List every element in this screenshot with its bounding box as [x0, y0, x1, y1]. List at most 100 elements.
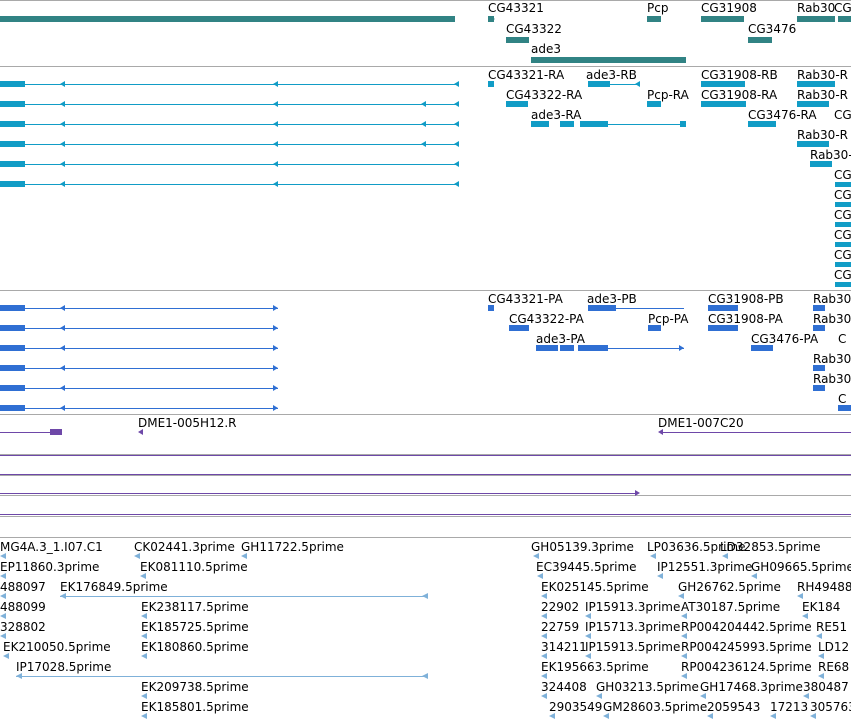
est-label[interactable]: EP11860.3prime	[0, 560, 99, 574]
transcript-label[interactable]: CG	[834, 248, 851, 262]
transcript-exon[interactable]	[0, 101, 25, 107]
protein-label[interactable]: C	[838, 392, 846, 406]
transcript-label[interactable]: Rab30-	[810, 148, 851, 162]
protein-exon[interactable]	[813, 305, 825, 311]
transcript-label[interactable]: CG	[834, 228, 851, 242]
est-label[interactable]: GM28603.5prime	[603, 700, 707, 714]
gene-label[interactable]: ade3	[531, 42, 561, 56]
transcript-exon[interactable]	[0, 141, 25, 147]
est-label[interactable]: EK184	[802, 600, 840, 614]
gene-label[interactable]: CG3476	[748, 22, 796, 36]
est-label[interactable]: 314211	[541, 640, 587, 654]
protein-exon[interactable]	[488, 305, 494, 311]
protein-label[interactable]: Rab30	[813, 372, 851, 386]
transcript-exon[interactable]	[835, 282, 851, 287]
protein-exon[interactable]	[813, 385, 825, 391]
transcript-label[interactable]: CG31908-RA	[701, 88, 778, 102]
transcript-label[interactable]: CG3476-RA	[748, 108, 817, 122]
transcript-exon[interactable]	[810, 161, 832, 167]
est-label[interactable]: LD12	[818, 640, 849, 654]
est-label[interactable]: GH09665.5prime	[751, 560, 851, 574]
protein-label[interactable]: CG31908-PA	[708, 312, 784, 326]
transcript-exon[interactable]	[835, 262, 851, 267]
gene-label[interactable]: CG31908	[701, 1, 757, 15]
transcript-exon[interactable]	[488, 81, 494, 87]
transcript-exon[interactable]	[0, 121, 25, 127]
gene-label[interactable]: Rab30	[797, 1, 835, 15]
transcript-exon[interactable]	[701, 81, 745, 87]
est-label[interactable]: 488097	[0, 580, 46, 594]
est-label[interactable]: RE68	[818, 660, 849, 674]
est-label[interactable]: EC39445.5prime	[536, 560, 637, 574]
transcript-label[interactable]: Rab30-R	[797, 68, 848, 82]
est-label[interactable]: AT30187.5prime	[681, 600, 780, 614]
est-label[interactable]: CK02441.3prime	[134, 540, 235, 554]
gene-bar[interactable]	[701, 16, 744, 22]
gene-bar[interactable]	[797, 16, 835, 22]
transcript-exon[interactable]	[0, 181, 25, 187]
protein-exon[interactable]	[0, 365, 25, 371]
transcript-exon[interactable]	[506, 101, 528, 107]
clone-label[interactable]: DME1-005H12.R	[138, 416, 237, 430]
est-label[interactable]: EK176849.5prime	[60, 580, 168, 594]
est-label[interactable]: EK210050.5prime	[3, 640, 111, 654]
est-label[interactable]: GH03213.5prime	[596, 680, 699, 694]
protein-label[interactable]: Rab30	[813, 292, 851, 306]
est-label[interactable]: 22759	[541, 620, 579, 634]
est-label[interactable]: EK081110.5prime	[140, 560, 248, 574]
protein-exon[interactable]	[648, 325, 661, 331]
protein-exon[interactable]	[560, 345, 574, 351]
est-label[interactable]: GH11722.5prime	[241, 540, 344, 554]
clone-end[interactable]	[50, 429, 62, 435]
protein-label[interactable]: Rab30	[813, 352, 851, 366]
transcript-exon[interactable]	[0, 81, 25, 87]
protein-exon[interactable]	[708, 305, 738, 311]
est-label[interactable]: MG4A.3_1.I07.C1	[0, 540, 103, 554]
est-label[interactable]: 22902	[541, 600, 579, 614]
transcript-exon[interactable]	[835, 182, 851, 187]
protein-label[interactable]: Rab30	[813, 312, 851, 326]
transcript-label[interactable]: CG43322-RA	[506, 88, 583, 102]
est-label[interactable]: RP004204442.5prime	[681, 620, 812, 634]
est-label[interactable]: LD32853.5prime	[720, 540, 821, 554]
est-label[interactable]: RH49488	[797, 580, 851, 594]
transcript-label[interactable]: CG31908-RB	[701, 68, 778, 82]
est-label[interactable]: EK185725.5prime	[141, 620, 249, 634]
est-label[interactable]: GH05139.3prime	[531, 540, 634, 554]
est-label[interactable]: 2903549	[549, 700, 602, 714]
gene-bar[interactable]	[647, 16, 661, 22]
transcript-label[interactable]: CG	[834, 268, 851, 282]
protein-exon[interactable]	[708, 325, 738, 331]
gene-bar[interactable]	[748, 37, 772, 43]
gene-bar[interactable]	[531, 57, 686, 63]
transcript-exon[interactable]	[797, 141, 829, 147]
protein-label[interactable]: CG3476-PA	[751, 332, 819, 346]
est-label[interactable]: GH17468.3prime	[700, 680, 803, 694]
protein-label[interactable]: CG43321-PA	[488, 292, 564, 306]
transcript-exon[interactable]	[835, 242, 851, 247]
protein-label[interactable]: CG43322-PA	[509, 312, 585, 326]
protein-label[interactable]: ade3-PB	[587, 292, 637, 306]
est-label[interactable]: EK180860.5prime	[141, 640, 249, 654]
transcript-exon[interactable]	[835, 202, 851, 207]
protein-label[interactable]: C	[838, 332, 846, 346]
protein-exon[interactable]	[0, 405, 25, 411]
transcript-label[interactable]: CG	[834, 168, 851, 182]
est-label[interactable]: IP12551.3prime	[657, 560, 752, 574]
protein-exon[interactable]	[536, 345, 558, 351]
est-label[interactable]: EK195663.5prime	[541, 660, 649, 674]
transcript-label[interactable]: CG	[834, 188, 851, 202]
transcript-exon[interactable]	[797, 101, 829, 107]
protein-exon[interactable]	[588, 305, 616, 311]
transcript-exon[interactable]	[797, 81, 835, 87]
transcript-label[interactable]: Pcp-RA	[647, 88, 690, 102]
transcript-label[interactable]: Rab30-R	[797, 88, 848, 102]
est-label[interactable]: 324408	[541, 680, 587, 694]
est-label[interactable]: IP15713.3prime	[585, 620, 680, 634]
transcript-label[interactable]: Rab30-R	[797, 128, 848, 142]
gene-bar[interactable]	[488, 16, 494, 22]
transcript-exon[interactable]	[748, 121, 776, 127]
transcript-exon[interactable]	[560, 121, 574, 127]
transcript-label[interactable]: ade3-RA	[531, 108, 582, 122]
est-label[interactable]: IP15913.3prime	[585, 600, 680, 614]
